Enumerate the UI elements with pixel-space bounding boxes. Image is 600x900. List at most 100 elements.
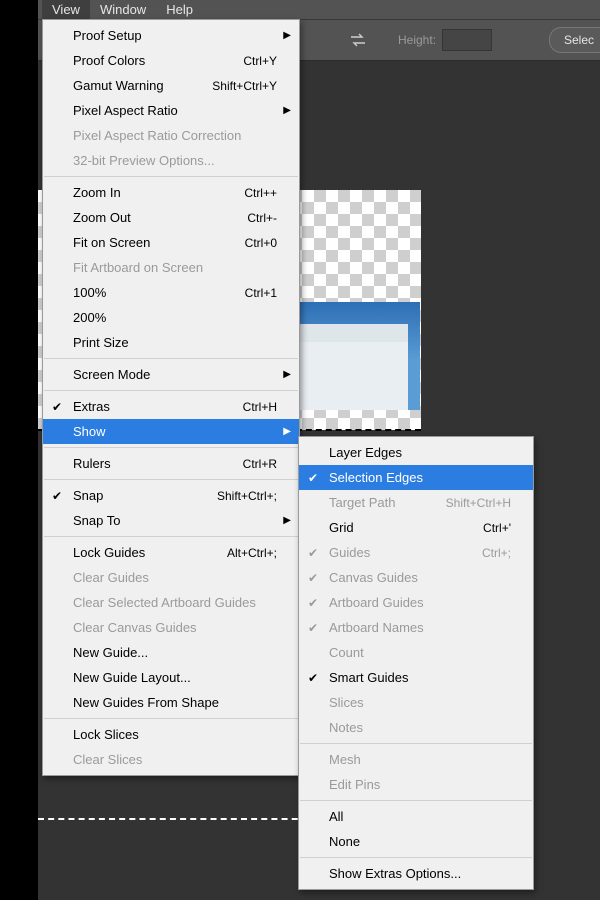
show-submenu-item[interactable]: ✔Smart Guides	[299, 665, 533, 690]
menu-item-label: Artboard Guides	[329, 595, 511, 610]
menu-item-label: Fit Artboard on Screen	[73, 260, 277, 275]
view-menu-item[interactable]: New Guide...	[43, 640, 299, 665]
menu-shortcut: Ctrl+-	[247, 211, 277, 225]
view-menu-item: Clear Slices	[43, 747, 299, 772]
view-menu-item[interactable]: Show ▶	[43, 419, 299, 444]
menu-item-label: Pixel Aspect Ratio	[73, 103, 277, 118]
menu-item-label: Clear Selected Artboard Guides	[73, 595, 277, 610]
menu-separator	[44, 358, 298, 359]
selection-marquee-bottom	[38, 818, 318, 820]
placed-image	[280, 302, 420, 410]
view-menu-item[interactable]: ✔ Extras Ctrl+H	[43, 394, 299, 419]
menu-shortcut: Ctrl+'	[483, 521, 511, 535]
view-menu-item[interactable]: Pixel Aspect Ratio▶	[43, 98, 299, 123]
menu-item-label: Target Path	[329, 495, 436, 510]
view-menu-item[interactable]: Gamut WarningShift+Ctrl+Y	[43, 73, 299, 98]
menu-window[interactable]: Window	[90, 0, 156, 19]
menu-item-label: Mesh	[329, 752, 511, 767]
select-and-mask-button[interactable]: Selec	[549, 27, 600, 53]
menu-shortcut: Alt+Ctrl+;	[227, 546, 277, 560]
menu-view[interactable]: View	[42, 0, 90, 19]
building-shape	[298, 342, 408, 410]
show-submenu-item: Mesh	[299, 747, 533, 772]
menu-item-label: Print Size	[73, 335, 277, 350]
menu-item-label: Artboard Names	[329, 620, 511, 635]
show-submenu-item[interactable]: GridCtrl+'	[299, 515, 533, 540]
checkmark-icon: ✔	[308, 471, 318, 485]
menu-item-label: 100%	[73, 285, 235, 300]
menu-shortcut: Ctrl+Y	[243, 54, 277, 68]
view-menu-item: Clear Selected Artboard Guides	[43, 590, 299, 615]
menu-item-label: Snap	[73, 488, 207, 503]
view-menu-item[interactable]: Lock Slices	[43, 722, 299, 747]
menu-item-label: Clear Guides	[73, 570, 277, 585]
view-menu-item[interactable]: Proof Setup▶	[43, 23, 299, 48]
menu-item-label: Canvas Guides	[329, 570, 511, 585]
show-submenu-item: ✔Canvas Guides	[299, 565, 533, 590]
menu-item-label: Screen Mode	[73, 367, 277, 382]
checkmark-icon: ✔	[308, 621, 318, 635]
show-submenu-item: ✔ Artboard Names	[299, 615, 533, 640]
view-menu-item[interactable]: Proof ColorsCtrl+Y	[43, 48, 299, 73]
height-field[interactable]	[442, 29, 492, 51]
app-root: View Window Help Height: Selec Proof Set…	[0, 0, 600, 900]
menu-separator	[44, 390, 298, 391]
show-submenu: Layer Edges ✔Selection Edges Target Path Sh…	[298, 436, 534, 890]
view-menu-item[interactable]: New Guide Layout...	[43, 665, 299, 690]
menu-item-label: 200%	[73, 310, 277, 325]
view-menu-item[interactable]: Snap To ▶	[43, 508, 299, 533]
view-menu-item[interactable]: ✔SnapShift+Ctrl+;	[43, 483, 299, 508]
submenu-arrow-icon: ▶	[283, 515, 291, 526]
menu-shortcut: Shift+Ctrl+H	[446, 496, 511, 510]
show-submenu-item: Count	[299, 640, 533, 665]
menu-separator	[44, 176, 298, 177]
view-menu-item[interactable]: Zoom Out Ctrl+-	[43, 205, 299, 230]
show-submenu-item: ✔ Artboard Guides	[299, 590, 533, 615]
submenu-arrow-icon: ▶	[283, 369, 291, 380]
menu-shortcut: Ctrl+;	[482, 546, 511, 560]
menu-item-label: Lock Slices	[73, 727, 277, 742]
show-submenu-item[interactable]: ✔Selection Edges	[299, 465, 533, 490]
menu-item-label: Layer Edges	[329, 445, 511, 460]
menu-item-label: Count	[329, 645, 511, 660]
view-menu-item[interactable]: Fit on ScreenCtrl+0	[43, 230, 299, 255]
menu-item-label: Zoom Out	[73, 210, 237, 225]
view-menu-item[interactable]: 200%	[43, 305, 299, 330]
menu-item-label: Notes	[329, 720, 511, 735]
show-submenu-item[interactable]: Show Extras Options...	[299, 861, 533, 886]
view-menu-item: Clear Canvas Guides	[43, 615, 299, 640]
show-submenu-item[interactable]: All	[299, 804, 533, 829]
checkmark-icon: ✔	[52, 489, 62, 503]
view-menu-item[interactable]: New Guides From Shape	[43, 690, 299, 715]
view-menu-item[interactable]: Lock GuidesAlt+Ctrl+;	[43, 540, 299, 565]
menu-item-label: Proof Setup	[73, 28, 277, 43]
menu-shortcut: Shift+Ctrl+Y	[212, 79, 277, 93]
menu-item-label: Extras	[73, 399, 233, 414]
menu-item-label: Snap To	[73, 513, 277, 528]
checkmark-icon: ✔	[308, 546, 318, 560]
show-submenu-item: Edit Pins	[299, 772, 533, 797]
menu-separator	[300, 857, 532, 858]
menu-help[interactable]: Help	[156, 0, 203, 19]
checkmark-icon: ✔	[308, 671, 318, 685]
view-menu-item[interactable]: Zoom InCtrl++	[43, 180, 299, 205]
swap-dimensions-icon[interactable]	[348, 30, 368, 50]
submenu-arrow-icon: ▶	[283, 426, 291, 437]
menu-item-label: Edit Pins	[329, 777, 511, 792]
view-menu-item: Fit Artboard on Screen	[43, 255, 299, 280]
menu-item-label: New Guides From Shape	[73, 695, 277, 710]
show-submenu-item[interactable]: None	[299, 829, 533, 854]
checkmark-icon: ✔	[308, 596, 318, 610]
view-menu-item[interactable]: 100%Ctrl+1	[43, 280, 299, 305]
show-submenu-item: Slices	[299, 690, 533, 715]
view-menu-item: 32-bit Preview Options...	[43, 148, 299, 173]
show-submenu-item[interactable]: Layer Edges	[299, 440, 533, 465]
menu-shortcut: Ctrl+H	[243, 400, 277, 414]
menu-item-label: Show	[73, 424, 277, 439]
menu-item-label: Rulers	[73, 456, 233, 471]
checkmark-icon: ✔	[52, 400, 62, 414]
view-menu-item[interactable]: RulersCtrl+R	[43, 451, 299, 476]
view-menu-item[interactable]: Print Size	[43, 330, 299, 355]
menu-item-label: Clear Canvas Guides	[73, 620, 277, 635]
view-menu-item[interactable]: Screen Mode ▶	[43, 362, 299, 387]
